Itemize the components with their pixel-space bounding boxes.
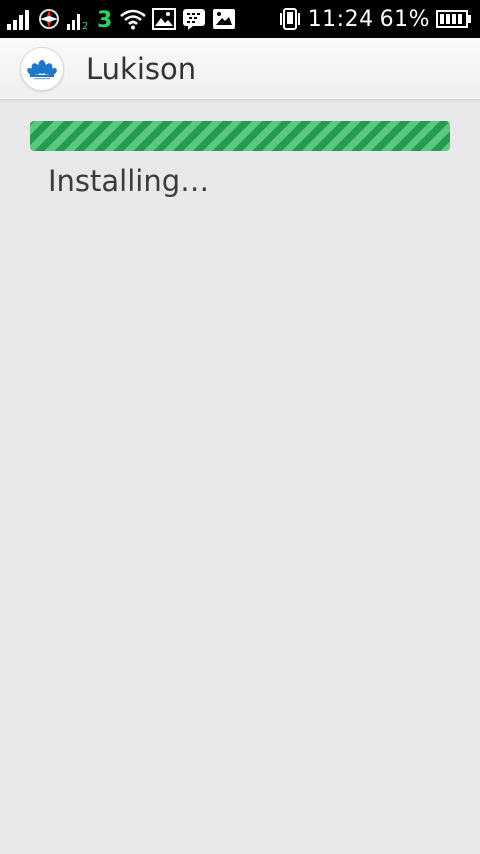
- lukison-logo-icon[interactable]: [20, 46, 64, 91]
- battery-percent: 61%: [379, 6, 430, 32]
- battery-icon: [436, 6, 472, 32]
- image-notification-icon: [212, 6, 236, 32]
- status-time: 11:24: [307, 6, 374, 32]
- signal-icon: [6, 6, 32, 32]
- status-bar: 2 3 11:24 61%: [0, 0, 480, 38]
- bbm-notification-icon: [182, 6, 206, 32]
- gallery-notification-icon: [152, 6, 176, 32]
- install-progress-bar: [30, 121, 450, 151]
- app-bar: Lukison: [0, 38, 480, 100]
- wifi-icon: [120, 6, 146, 32]
- svg-text:2: 2: [82, 21, 88, 30]
- install-progress-fill: [30, 121, 450, 151]
- signal-2-icon: 2: [66, 6, 90, 32]
- install-status-text: Installing…: [48, 164, 210, 198]
- app-title: Lukison: [86, 51, 197, 86]
- three-network-icon: 3: [96, 6, 114, 32]
- vibrate-icon: [278, 6, 302, 32]
- svg-text:3: 3: [97, 8, 112, 31]
- network-operator-icon: [38, 6, 60, 32]
